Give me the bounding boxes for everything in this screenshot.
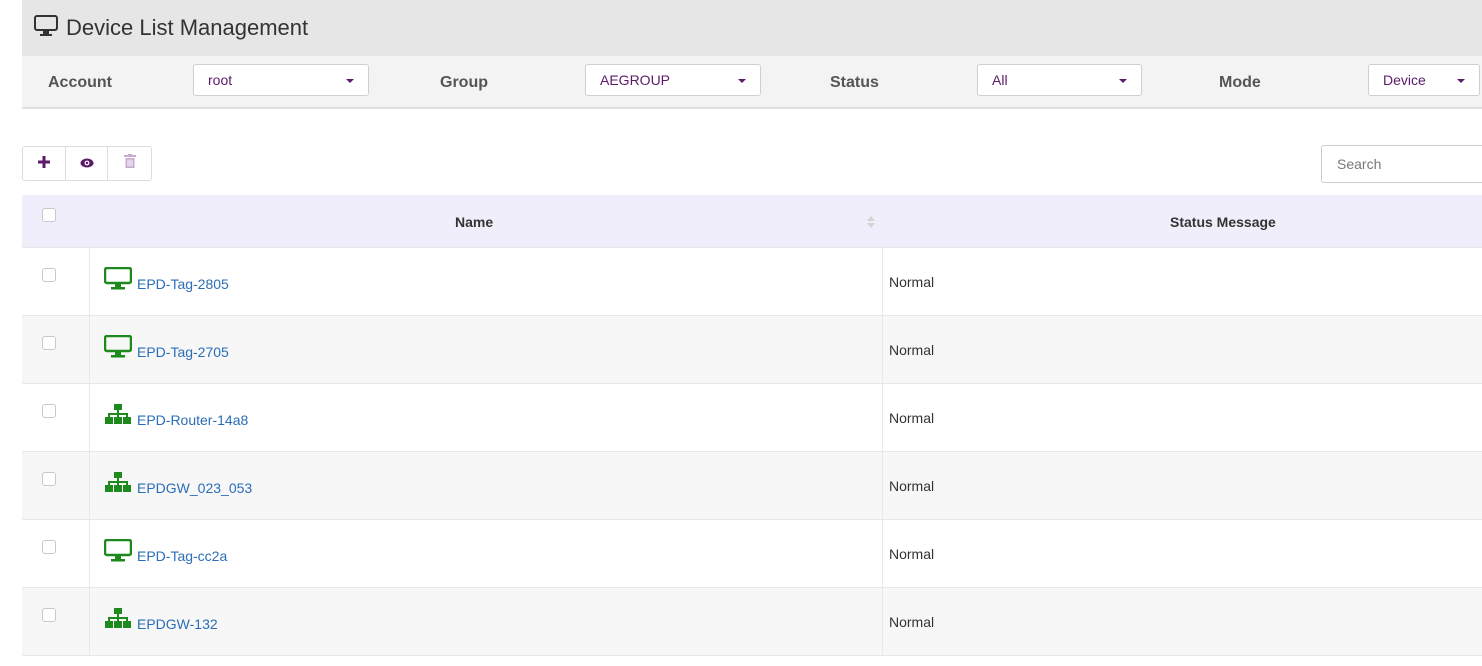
add-button[interactable]	[23, 147, 66, 180]
account-label: Account	[48, 74, 112, 91]
view-button[interactable]	[66, 147, 109, 180]
status-message: Normal	[889, 546, 935, 562]
filter-bar: Account root Group AEGROUP Status All Mo…	[22, 56, 1482, 109]
row-checkbox[interactable]	[42, 336, 56, 350]
account-value: root	[208, 72, 233, 88]
group-select[interactable]: AEGROUP	[585, 64, 761, 96]
action-toolbar	[22, 146, 152, 181]
mode-label: Mode	[1219, 74, 1261, 91]
network-icon	[104, 607, 132, 636]
mode-select[interactable]: Device	[1368, 64, 1480, 96]
table-row: EPD-Tag-2805 Normal	[22, 248, 1482, 316]
select-all-checkbox[interactable]	[42, 208, 56, 222]
status-message: Normal	[889, 274, 935, 290]
monitor-icon	[103, 266, 133, 296]
table-row: EPDGW-132 Normal	[22, 588, 1482, 656]
search-input[interactable]	[1321, 145, 1482, 183]
device-table: Name Status Message EPD-Tag-2805 Normal	[22, 195, 1482, 656]
device-name-link[interactable]: EPD-Tag-2805	[137, 276, 229, 292]
mode-value: Device	[1383, 72, 1426, 88]
row-checkbox[interactable]	[42, 608, 56, 622]
status-value: All	[992, 72, 1008, 88]
status-select[interactable]: All	[977, 64, 1142, 96]
column-header-status-message: Status Message	[1170, 214, 1276, 230]
status-message: Normal	[889, 478, 935, 494]
sort-icon[interactable]	[867, 215, 875, 233]
monitor-icon	[34, 14, 58, 42]
page-header: Device List Management	[22, 0, 1482, 56]
device-name-link[interactable]: EPDGW_023_053	[137, 480, 252, 496]
device-name-link[interactable]: EPD-Tag-2705	[137, 344, 229, 360]
row-checkbox[interactable]	[42, 404, 56, 418]
trash-icon	[123, 154, 136, 173]
network-icon	[104, 471, 132, 500]
monitor-icon	[103, 334, 133, 364]
status-label: Status	[830, 74, 879, 91]
column-header-name[interactable]: Name	[455, 214, 493, 230]
table-row: EPDGW_023_053 Normal	[22, 452, 1482, 520]
status-message: Normal	[889, 342, 935, 358]
table-row: EPD-Router-14a8 Normal	[22, 384, 1482, 452]
device-name-link[interactable]: EPDGW-132	[137, 616, 218, 632]
group-value: AEGROUP	[600, 72, 671, 88]
device-name-link[interactable]: EPD-Router-14a8	[137, 412, 248, 428]
eye-icon	[80, 155, 94, 173]
group-label: Group	[440, 74, 488, 91]
row-checkbox[interactable]	[42, 268, 56, 282]
chevron-down-icon	[346, 79, 354, 83]
device-name-link[interactable]: EPD-Tag-cc2a	[137, 548, 227, 564]
status-message: Normal	[889, 410, 935, 426]
monitor-icon	[103, 538, 133, 568]
table-header: Name Status Message	[22, 195, 1482, 248]
status-message: Normal	[889, 614, 935, 630]
chevron-down-icon	[1119, 79, 1127, 83]
page-title: Device List Management	[66, 15, 309, 40]
delete-button[interactable]	[108, 147, 151, 180]
row-checkbox[interactable]	[42, 540, 56, 554]
table-row: EPD-Tag-2705 Normal	[22, 316, 1482, 384]
account-select[interactable]: root	[193, 64, 369, 96]
chevron-down-icon	[1457, 79, 1465, 83]
row-checkbox[interactable]	[42, 472, 56, 486]
chevron-down-icon	[738, 79, 746, 83]
network-icon	[104, 403, 132, 432]
plus-icon	[37, 155, 50, 173]
table-row: EPD-Tag-cc2a Normal	[22, 520, 1482, 588]
